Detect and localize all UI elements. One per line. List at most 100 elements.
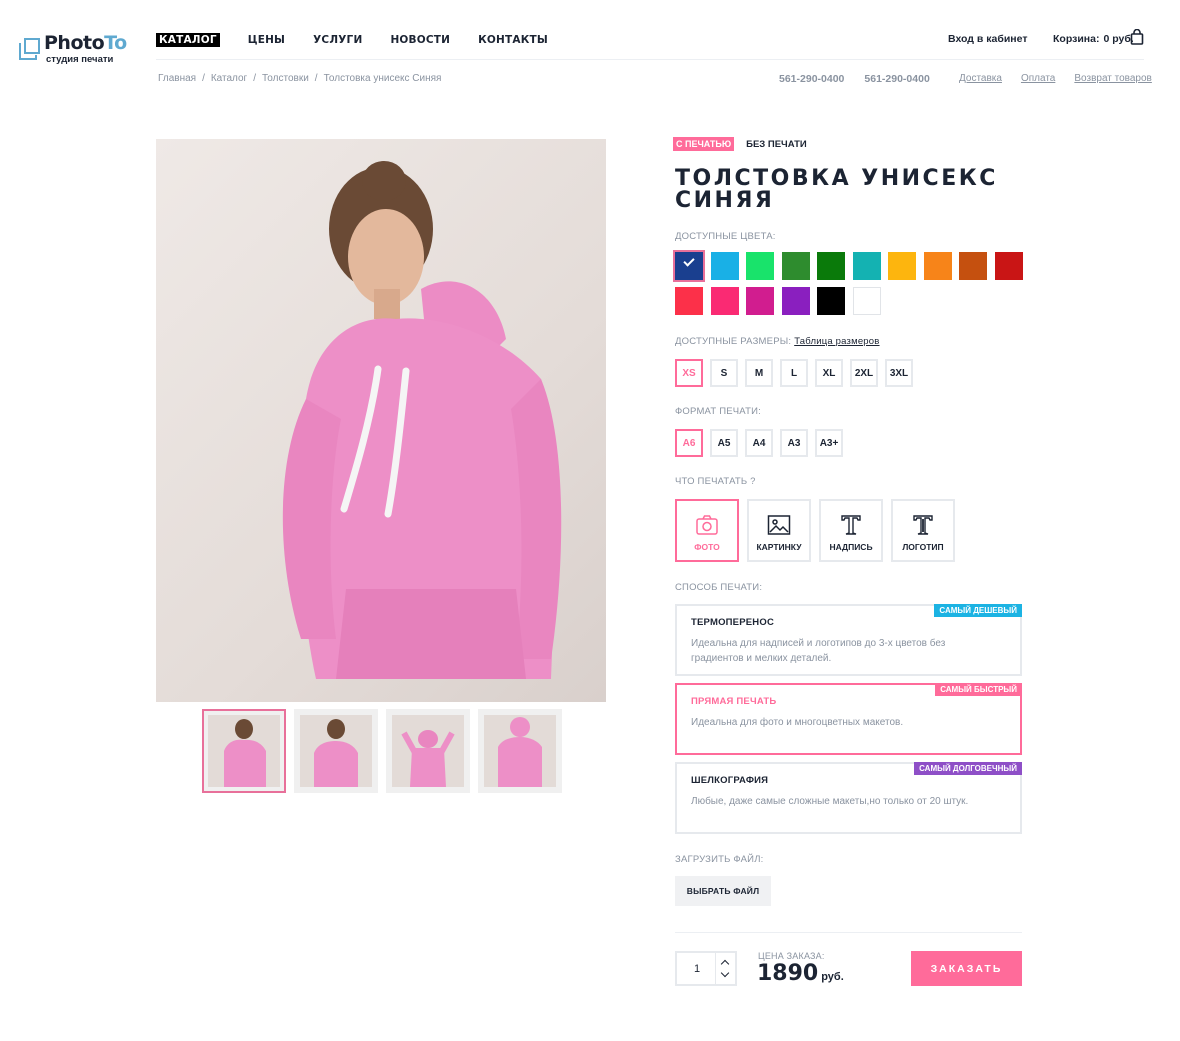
phone-1[interactable]: 561-290-0400 bbox=[779, 73, 844, 85]
color-swatch[interactable] bbox=[710, 252, 739, 280]
format-option[interactable]: A4 bbox=[745, 429, 773, 457]
size-option[interactable]: XL bbox=[815, 359, 843, 387]
link-payment[interactable]: Оплата bbox=[1021, 73, 1055, 84]
phone-2[interactable]: 561-290-0400 bbox=[864, 73, 929, 85]
size-option[interactable]: S bbox=[710, 359, 738, 387]
print-mode-tabs: С ПЕЧАТЬЮ БЕЗ ПЕЧАТИ bbox=[673, 137, 807, 151]
size-chart-link[interactable]: Таблица размеров bbox=[794, 336, 879, 347]
format-option[interactable]: A3 bbox=[780, 429, 808, 457]
login-link[interactable]: Вход в кабинет bbox=[948, 33, 1027, 45]
product-main-photo[interactable] bbox=[156, 139, 606, 702]
color-swatch[interactable] bbox=[746, 252, 774, 280]
checkmark-icon bbox=[683, 255, 695, 267]
color-swatch[interactable] bbox=[959, 252, 987, 280]
size-option[interactable]: L bbox=[780, 359, 808, 387]
fastest-badge: САМЫЙ БЫСТРЫЙ bbox=[935, 683, 1022, 696]
print-image-option[interactable]: КАРТИНКУ bbox=[747, 499, 811, 562]
nav-news[interactable]: НОВОСТИ bbox=[390, 34, 450, 46]
method-description: Любые, даже самые сложные макеты,но толь… bbox=[691, 796, 969, 807]
format-option[interactable]: A5 bbox=[710, 429, 738, 457]
color-swatch[interactable] bbox=[746, 287, 774, 315]
format-option[interactable]: A6 bbox=[675, 429, 703, 457]
color-swatch[interactable] bbox=[817, 252, 845, 280]
choose-file-button[interactable]: ВЫБРАТЬ ФАЙЛ bbox=[675, 876, 771, 906]
thumbnail-image bbox=[498, 717, 542, 787]
order-price: 1890 руб. bbox=[757, 961, 844, 986]
logo-icon bbox=[913, 515, 933, 535]
method-title: ТЕРМОПЕРЕНОС bbox=[691, 617, 775, 628]
nav-prices[interactable]: ЦЕНЫ bbox=[248, 34, 285, 46]
thumbnail-3[interactable] bbox=[386, 709, 470, 793]
cheapest-badge: САМЫЙ ДЕШЕВЫЙ bbox=[934, 604, 1022, 617]
logo-text: PhotoTo bbox=[44, 32, 127, 54]
print-photo-label: ФОТО bbox=[694, 542, 720, 552]
size-option[interactable]: 3XL bbox=[885, 359, 913, 387]
color-swatch[interactable] bbox=[852, 287, 881, 315]
order-button[interactable]: ЗАКАЗАТЬ bbox=[911, 951, 1022, 986]
logo[interactable]: PhotoTo студия печати bbox=[18, 32, 138, 72]
print-text-label: НАДПИСЬ bbox=[829, 542, 873, 552]
breadcrumb-separator: / bbox=[202, 73, 205, 84]
breadcrumb-home[interactable]: Главная bbox=[158, 73, 196, 84]
method-description: Идеальна для фото и многоцветных макетов… bbox=[691, 717, 904, 728]
increment-arrow-icon[interactable] bbox=[720, 959, 730, 969]
color-swatch[interactable] bbox=[888, 252, 916, 280]
format-options: A6 A5 A4 A3 A3+ bbox=[675, 429, 843, 457]
breadcrumb-catalog[interactable]: Каталог bbox=[211, 73, 247, 84]
size-option[interactable]: M bbox=[745, 359, 773, 387]
info-links: Доставка Оплата Возврат товаров bbox=[959, 73, 1152, 84]
format-label: ФОРМАТ ПЕЧАТИ: bbox=[675, 406, 761, 417]
color-swatch[interactable] bbox=[994, 252, 1023, 280]
method-title: ПРЯМАЯ ПЕЧАТЬ bbox=[691, 696, 777, 707]
thumbnail-1[interactable] bbox=[202, 709, 286, 793]
nav-contacts[interactable]: КОНТАКТЫ bbox=[478, 34, 548, 46]
color-swatch[interactable] bbox=[673, 250, 705, 282]
format-option[interactable]: A3+ bbox=[815, 429, 843, 457]
sizes-label-text: ДОСТУПНЫЕ РАЗМЕРЫ: bbox=[675, 336, 792, 347]
tab-with-print[interactable]: С ПЕЧАТЬЮ bbox=[673, 137, 735, 151]
print-logo-option[interactable]: ЛОГОТИП bbox=[891, 499, 955, 562]
tab-without-print[interactable]: БЕЗ ПЕЧАТИ bbox=[746, 139, 807, 150]
quantity-stepper[interactable]: 1 bbox=[675, 951, 737, 986]
color-swatch[interactable] bbox=[781, 252, 810, 280]
thumbnail-4[interactable] bbox=[478, 709, 562, 793]
quantity-arrows bbox=[715, 953, 735, 984]
color-swatch[interactable] bbox=[852, 252, 881, 280]
link-returns[interactable]: Возврат товаров bbox=[1074, 73, 1152, 84]
sizes-label: ДОСТУПНЫЕ РАЗМЕРЫ: Таблица размеров bbox=[675, 336, 880, 347]
color-swatch[interactable] bbox=[923, 252, 952, 280]
nav-catalog[interactable]: КАТАЛОГ bbox=[156, 33, 220, 47]
color-swatch[interactable] bbox=[710, 287, 739, 315]
cart-link[interactable]: Корзина: 0 руб. bbox=[1053, 33, 1134, 45]
method-thermal-transfer[interactable]: ТЕРМОПЕРЕНОС Идеальна для надписей и лог… bbox=[675, 604, 1022, 676]
decrement-arrow-icon[interactable] bbox=[720, 968, 730, 978]
size-options: XS S M L XL 2XL 3XL bbox=[675, 359, 913, 387]
color-picker bbox=[673, 250, 1035, 315]
method-direct-print[interactable]: ПРЯМАЯ ПЕЧАТЬ Идеальна для фото и многоц… bbox=[675, 683, 1022, 755]
color-swatch[interactable] bbox=[817, 287, 845, 315]
most-durable-badge: САМЫЙ ДОЛГОВЕЧНЫЙ bbox=[914, 762, 1022, 775]
print-logo-label: ЛОГОТИП bbox=[902, 542, 944, 552]
breadcrumb-hoodies[interactable]: Толстовки bbox=[262, 73, 309, 84]
size-option[interactable]: XS bbox=[675, 359, 703, 387]
breadcrumb: Главная / Каталог / Толстовки / Толстовк… bbox=[158, 73, 441, 84]
link-delivery[interactable]: Доставка bbox=[959, 73, 1002, 84]
size-option[interactable]: 2XL bbox=[850, 359, 878, 387]
logo-tagline: студия печати bbox=[46, 54, 114, 65]
header-divider bbox=[156, 59, 1144, 60]
nav-services[interactable]: УСЛУГИ bbox=[313, 34, 362, 46]
color-swatch[interactable] bbox=[675, 287, 703, 315]
breadcrumb-current: Толстовка унисекс Синяя bbox=[323, 73, 442, 84]
phones: 561-290-0400 561-290-0400 bbox=[779, 73, 930, 85]
shopping-bag-icon[interactable] bbox=[1130, 29, 1144, 45]
thumbnail-2[interactable] bbox=[294, 709, 378, 793]
quantity-value[interactable]: 1 bbox=[677, 953, 717, 984]
image-icon bbox=[767, 515, 791, 535]
main-nav: КАТАЛОГ ЦЕНЫ УСЛУГИ НОВОСТИ КОНТАКТЫ bbox=[156, 33, 548, 47]
thumbnail-image bbox=[401, 730, 455, 787]
print-text-option[interactable]: НАДПИСЬ bbox=[819, 499, 883, 562]
what-to-print-label: ЧТО ПЕЧАТАТЬ ? bbox=[675, 476, 756, 487]
color-swatch[interactable] bbox=[781, 287, 810, 315]
print-photo-option[interactable]: ФОТО bbox=[675, 499, 739, 562]
method-silkscreen[interactable]: ШЕЛКОГРАФИЯ Любые, даже самые сложные ма… bbox=[675, 762, 1022, 834]
